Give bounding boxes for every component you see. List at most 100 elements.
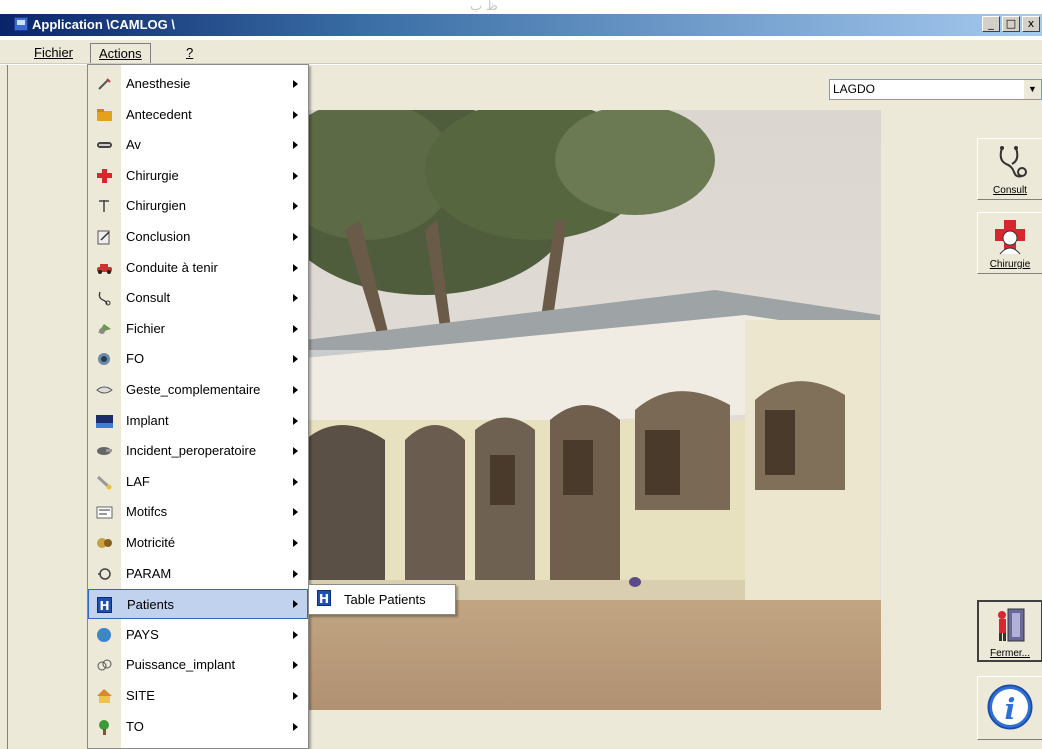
submenu-item-table-patients[interactable]: H Table Patients: [311, 587, 453, 612]
menu-item-param[interactable]: PARAM: [88, 559, 308, 589]
menu-item-consult[interactable]: Consult: [88, 283, 308, 313]
menu-item-puissance-implant[interactable]: Puissance_implant: [88, 650, 308, 680]
window-title: Application \CAMLOG \: [32, 17, 175, 32]
submenu-arrow-icon: [293, 416, 298, 425]
menu-item-to[interactable]: TO: [88, 712, 308, 742]
submenu-arrow-icon: [293, 294, 298, 303]
menu-item-fichier[interactable]: Fichier: [88, 314, 308, 344]
menu-item-pays[interactable]: PAYS: [88, 620, 308, 650]
submenu-arrow-icon: [293, 355, 298, 364]
submenu-arrow-icon: [293, 539, 298, 547]
submenu-item-label: Table Patients: [344, 592, 426, 607]
chirurgie-button[interactable]: Chirurgie: [977, 212, 1042, 274]
menu-item-label: Geste_complementaire: [126, 382, 261, 397]
globe-icon: [96, 627, 113, 643]
info-icon: i: [987, 684, 1033, 730]
menu-item-label: PARAM: [126, 565, 172, 581]
menu-item-label: Puissance_implant: [126, 657, 236, 673]
menu-item-motricit[interactable]: Motricité: [88, 528, 308, 558]
stethoscope-icon: [96, 290, 113, 306]
building-photo-image: [305, 110, 881, 710]
menu-actions[interactable]: Actions: [90, 43, 151, 63]
table-icon: H: [317, 590, 331, 606]
menu-item-label: Consult: [126, 290, 171, 306]
eye-icon: [96, 351, 113, 367]
menu-item-label: Conclusion: [126, 229, 191, 244]
chirurgie-button-label: Chirurgie: [989, 259, 1031, 270]
lamp-icon: [96, 474, 113, 490]
menu-item-chirurgien[interactable]: Chirurgien: [88, 191, 308, 221]
consult-button[interactable]: Consult: [977, 138, 1042, 200]
submenu-arrow-icon: [293, 692, 298, 700]
menu-item-motifcs[interactable]: Motifcs: [88, 497, 308, 527]
menu-item-label: Incident_peroperatoire: [126, 443, 257, 459]
tree-icon: [96, 719, 113, 735]
submenu-arrow-icon: [293, 508, 298, 517]
submenu-arrow-icon: [293, 324, 298, 333]
menu-item-label: Fichier: [126, 320, 166, 336]
submenu-arrow-icon: [293, 569, 298, 578]
menu-item-label: SITE: [126, 688, 155, 703]
info-button[interactable]: i: [977, 676, 1042, 740]
medical-cross-icon: [995, 220, 1025, 255]
site-select-value: LAGDO: [833, 82, 876, 96]
warning-icon: [96, 443, 113, 459]
eye-chart-icon: [96, 137, 113, 153]
fermer-button-label: Fermer...: [989, 648, 1030, 659]
fermer-button[interactable]: Fermer...: [977, 600, 1042, 662]
maximize-button[interactable]: □: [1002, 16, 1020, 32]
menu-item-anesthesie[interactable]: Anesthesie: [88, 69, 308, 99]
menu-help[interactable]: ?: [178, 43, 201, 63]
menu-item-conduite-tenir[interactable]: Conduite à tenir: [88, 253, 308, 283]
menu-item-site[interactable]: SITE: [88, 681, 308, 711]
submenu-arrow-icon: [293, 80, 298, 88]
minimize-button[interactable]: _: [982, 16, 1000, 32]
menu-item-label: Patients: [127, 597, 174, 613]
menu-item-incident-peroperatoire[interactable]: Incident_peroperatoire: [88, 436, 308, 466]
menu-item-geste-complementaire[interactable]: Geste_complementaire: [88, 375, 308, 405]
submenu-arrow-icon: [293, 263, 298, 272]
menu-item-fo[interactable]: FO: [88, 344, 308, 374]
submenu-arrow-icon: [293, 630, 298, 639]
actions-menu: Anesthesie Antecedent Av Chirurgie Chirurgie…: [87, 64, 309, 749]
menu-item-av[interactable]: Av: [88, 130, 308, 160]
client-border: [7, 65, 8, 749]
submenu-arrow-icon: [293, 600, 298, 609]
submenu-arrow-icon: [293, 171, 298, 180]
menu-item-label: FO: [126, 351, 145, 367]
menu-item-antecedent[interactable]: Antecedent: [88, 100, 308, 130]
menu-bar: Fichier Actions ?: [0, 40, 1042, 64]
syringe-icon: [96, 76, 113, 92]
menu-item-label: Antecedent: [126, 106, 192, 122]
site-select[interactable]: LAGDO ▼: [829, 79, 1042, 100]
submenu-arrow-icon: [293, 386, 298, 394]
menu-help-label: ?: [186, 45, 194, 60]
consult-button-label: Consult: [993, 185, 1027, 196]
submenu-arrow-icon: [293, 661, 298, 670]
menu-item-patients[interactable]: H Patients: [88, 589, 308, 620]
patients-icon: H: [97, 597, 114, 614]
title-bar: ظ ب Application \CAMLOG \ _ □ x: [0, 0, 1042, 36]
menu-item-implant[interactable]: Implant: [88, 406, 308, 436]
menu-item-laf[interactable]: LAF: [88, 467, 308, 497]
menu-item-chirurgie[interactable]: Chirurgie: [88, 161, 308, 191]
submenu-arrow-icon: [293, 110, 298, 119]
menu-actions-label: Actions: [99, 46, 142, 61]
house-icon: [96, 688, 113, 704]
menu-item-conclusion[interactable]: Conclusion: [88, 222, 308, 252]
app-icon[interactable]: [14, 17, 28, 31]
patients-submenu: H Table Patients: [308, 584, 456, 615]
menu-item-label: Motricité: [126, 535, 176, 550]
settings-icon: [96, 566, 113, 582]
menu-item-label: TO: [126, 718, 144, 734]
edit-document-icon: [96, 229, 113, 245]
medical-cross-icon: [96, 168, 113, 184]
submenu-arrow-icon: [293, 477, 298, 486]
chevron-down-icon[interactable]: ▼: [1024, 80, 1041, 99]
close-button[interactable]: x: [1022, 16, 1040, 32]
file-icon: [96, 321, 113, 337]
menu-fichier[interactable]: Fichier: [26, 43, 81, 63]
menu-item-label: Motifcs: [126, 504, 168, 520]
folder-icon: [96, 107, 113, 123]
menu-item-type-chirurgie[interactable]: Type_chirurgie: [88, 742, 308, 748]
